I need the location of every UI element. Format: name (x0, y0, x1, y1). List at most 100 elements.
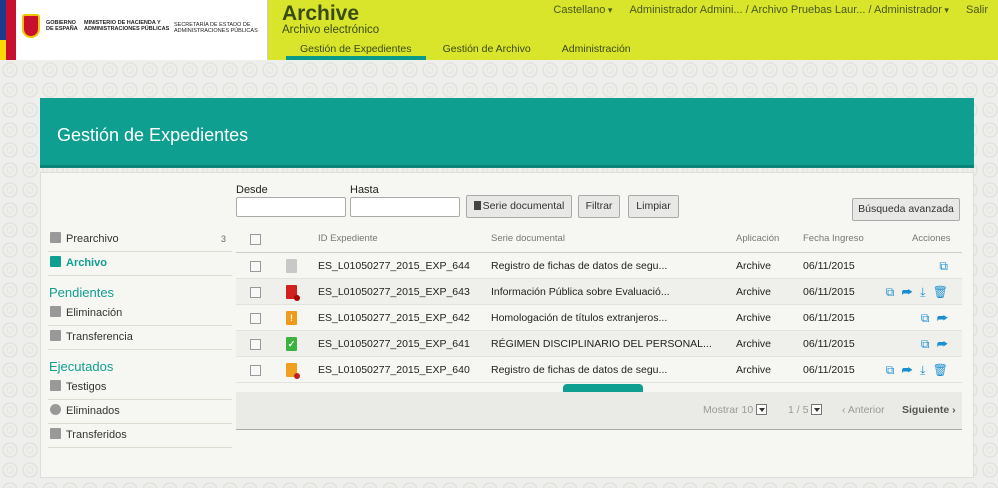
transfer-icon (50, 428, 61, 439)
page-size-value: 10 (741, 404, 754, 416)
remove-circle-icon (50, 404, 61, 415)
section-title-pendientes: Pendientes (49, 285, 115, 300)
hasta-date-input[interactable] (350, 197, 460, 217)
page-size-control[interactable]: Mostrar 10 (703, 404, 768, 416)
aplicacion: Archive (736, 364, 772, 376)
limpiar-button[interactable]: Limpiar (628, 195, 679, 218)
expediente-id: ES_L01050277_2015_EXP_644 (318, 260, 470, 272)
sidebar-item-eliminacion[interactable]: Eliminación (48, 302, 232, 326)
tab-gestion-archivo[interactable]: Gestión de Archivo (429, 43, 545, 60)
row-checkbox[interactable] (250, 339, 261, 350)
fecha-ingreso: 06/11/2015 (803, 364, 855, 376)
row-actions[interactable]: ⧉ ➦ ⤓ 🗑 (886, 357, 950, 383)
fecha-ingreso: 06/11/2015 (803, 338, 855, 350)
spain-flag-stripe (6, 0, 16, 60)
language-selector[interactable]: Castellano (553, 4, 612, 16)
fecha-ingreso: 06/11/2015 (803, 286, 855, 298)
column-header-id[interactable]: ID Expediente (318, 225, 378, 253)
expediente-id: ES_L01050277_2015_EXP_641 (318, 338, 470, 350)
page-info: 1 / 5 (788, 404, 809, 416)
row-checkbox[interactable] (250, 313, 261, 324)
table-row[interactable]: ES_L01050277_2015_EXP_644 Registro de fi… (236, 253, 962, 279)
row-actions[interactable]: ⧉ ➦ (921, 305, 950, 331)
tab-administracion[interactable]: Administración (548, 43, 645, 60)
sidebar-item-transferencia[interactable]: Transferencia (48, 326, 232, 350)
file-orange-error-icon (286, 363, 300, 379)
document-icon (50, 306, 61, 317)
row-checkbox[interactable] (250, 365, 261, 376)
aplicacion: Archive (736, 312, 772, 324)
scroll-handle[interactable] (563, 384, 643, 392)
row-checkbox[interactable] (250, 287, 261, 298)
expediente-id: ES_L01050277_2015_EXP_643 (318, 286, 470, 298)
page-title: Gestión de Expedientes (57, 125, 249, 145)
top-bar: Gobierno de España Ministerio de Haciend… (0, 0, 998, 60)
sidebar-item-archivo[interactable]: Archivo (48, 252, 232, 276)
tab-gestion-expedientes[interactable]: Gestión de Expedientes (286, 43, 426, 60)
expedientes-table: ID Expediente Serie documental Aplicació… (236, 225, 962, 383)
warning-icon: ! (286, 311, 297, 325)
row-actions[interactable]: ⧉ ➦ (921, 331, 950, 357)
serie-documental-button[interactable]: Serie documental (466, 195, 572, 218)
gov-logo-text-1: Gobierno de España (46, 20, 78, 32)
pagination-bar: Mostrar 10 1 / 5 ‹ Anterior Siguiente › (236, 392, 962, 430)
sidebar-item-label: Transferencia (66, 331, 133, 343)
main-nav: Gestión de Expedientes Gestión de Archiv… (286, 43, 645, 60)
coat-of-arms-icon (22, 14, 40, 38)
sidebar-item-label: Transferidos (66, 429, 127, 441)
row-actions[interactable]: ⧉ ➦ ⤓ 🗑 (886, 279, 950, 305)
column-header-serie[interactable]: Serie documental (491, 225, 565, 253)
file-error-icon (286, 285, 300, 301)
table-row[interactable]: ! ES_L01050277_2015_EXP_642 Homologación… (236, 305, 962, 331)
serie-documental: Registro de fichas de datos de segu... (491, 364, 668, 376)
table-row[interactable]: ES_L01050277_2015_EXP_643 Información Pú… (236, 279, 962, 305)
section-title-ejecutados: Ejecutados (49, 359, 114, 374)
sidebar-item-prearchivo[interactable]: Prearchivo 3 (48, 228, 232, 252)
desde-label: Desde (236, 184, 268, 196)
user-context-menu[interactable]: Administrador Admini... / Archivo Prueba… (629, 4, 948, 16)
sidebar-item-label: Eliminados (66, 405, 120, 417)
serie-button-label: Serie documental (482, 200, 565, 212)
fecha-ingreso: 06/11/2015 (803, 260, 855, 272)
aplicacion: Archive (736, 286, 772, 298)
hasta-label: Hasta (350, 184, 379, 196)
aplicacion: Archive (736, 338, 772, 350)
sidebar-item-label: Archivo (66, 257, 107, 269)
previous-page-link[interactable]: ‹ Anterior (842, 404, 885, 416)
sidebar: Prearchivo 3 Archivo Pendientes Eliminac… (48, 228, 232, 448)
column-header-aplicacion[interactable]: Aplicación (736, 225, 779, 253)
expediente-id: ES_L01050277_2015_EXP_640 (318, 364, 470, 376)
sidebar-item-eliminados[interactable]: Eliminados (48, 400, 232, 424)
row-checkbox[interactable] (250, 261, 261, 272)
table-header: ID Expediente Serie documental Aplicació… (236, 225, 962, 253)
logout-link[interactable]: Salir (966, 4, 988, 16)
mostrar-label: Mostrar (703, 404, 739, 416)
sidebar-item-transferidos[interactable]: Transferidos (48, 424, 232, 448)
document-icon (50, 380, 61, 391)
chevron-down-icon[interactable] (811, 404, 823, 415)
gov-logo-text-2: Ministerio de Hacienda y Administracione… (84, 20, 170, 32)
document-icon (473, 201, 481, 210)
app-subtitle: Archivo electrónico (282, 24, 380, 36)
next-page-link[interactable]: Siguiente › (902, 404, 956, 416)
table-row[interactable]: ES_L01050277_2015_EXP_640 Registro de fi… (236, 357, 962, 383)
page-selector[interactable]: 1 / 5 (788, 404, 823, 416)
sidebar-item-label: Testigos (66, 381, 107, 393)
expediente-id: ES_L01050277_2015_EXP_642 (318, 312, 470, 324)
sidebar-item-testigos[interactable]: Testigos (48, 376, 232, 400)
warning-icon (50, 330, 61, 341)
serie-documental: Registro de fichas de datos de segu... (491, 260, 668, 272)
government-logo: Gobierno de España Ministerio de Haciend… (0, 0, 268, 60)
chevron-down-icon[interactable] (756, 404, 768, 415)
desde-date-input[interactable] (236, 197, 346, 217)
check-icon: ✓ (286, 337, 297, 351)
app-title[interactable]: Archive (282, 2, 359, 26)
advanced-search-button[interactable]: Búsqueda avanzada (852, 198, 960, 221)
row-actions[interactable]: ⧉ (939, 253, 950, 279)
column-header-fecha[interactable]: Fecha Ingreso (803, 225, 864, 253)
panel-header: Gestión de Expedientes (40, 98, 974, 168)
select-all-checkbox[interactable] (250, 234, 261, 245)
table-row[interactable]: ✓ ES_L01050277_2015_EXP_641 RÉGIMEN DISC… (236, 331, 962, 357)
column-header-acciones: Acciones (912, 233, 951, 244)
filtrar-button[interactable]: Filtrar (578, 195, 620, 218)
